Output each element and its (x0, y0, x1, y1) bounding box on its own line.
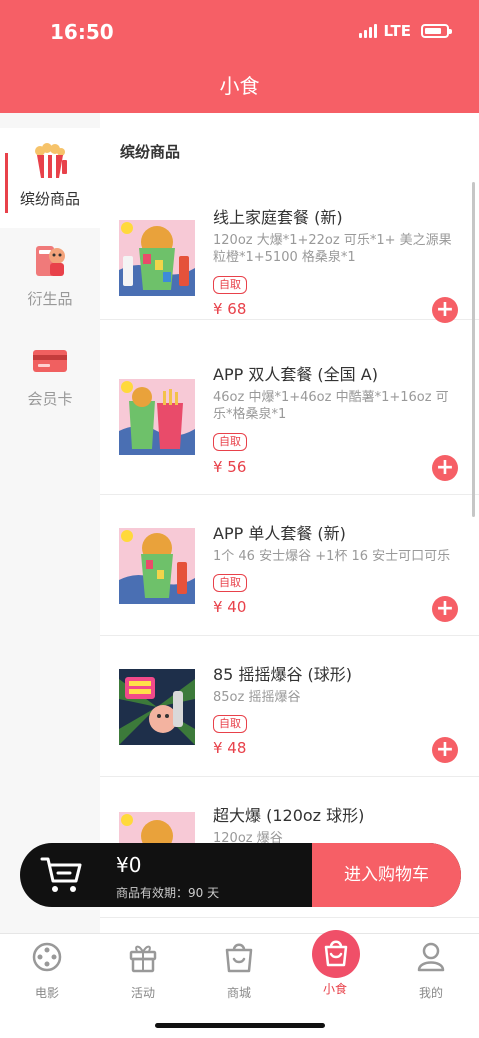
sidebar-item-label: 会员卡 (27, 390, 73, 408)
tab-label: 商城 (226, 986, 251, 1000)
pickup-badge: 自取 (213, 433, 247, 451)
scrollbar[interactable] (472, 182, 475, 517)
product-price: ¥ 40 (213, 598, 247, 616)
product-image (119, 220, 195, 296)
tab-mine[interactable]: 我的 (391, 940, 471, 1001)
tab-label: 小食 (322, 982, 347, 996)
tab-snacks[interactable]: 小食 (295, 930, 375, 997)
tab-mall[interactable]: 商城 (199, 940, 279, 1001)
pickup-badge: 自取 (213, 276, 247, 294)
cart-validity: 商品有效期：90 天 (116, 886, 220, 900)
sidebar-item-label: 缤纷商品 (19, 190, 80, 208)
plus-icon: + (435, 737, 455, 762)
product-price: ¥ 48 (213, 739, 247, 757)
popcorn-icon (35, 143, 67, 178)
pickup-badge: 自取 (213, 574, 247, 592)
card-icon (33, 350, 67, 372)
category-sidebar: 缤纷商品 衍生品 会员卡 (0, 113, 100, 933)
add-to-cart-button[interactable]: + (432, 737, 458, 763)
product-desc: 46oz 中爆*1+46oz 中酷薯*1+16oz 可乐*格桑泉*1 (213, 390, 449, 422)
cart-total: ¥0 (116, 853, 142, 877)
section-title: 缤纷商品 (120, 143, 181, 161)
plus-icon: + (435, 455, 455, 480)
page-title: 小食 (219, 74, 260, 98)
product-card[interactable]: APP 双人套餐 (全国 A) 46oz 中爆*1+46oz 中酷薯*1+16o… (100, 337, 479, 495)
sidebar-item-colorful-goods[interactable]: 缤纷商品 (0, 128, 100, 228)
tab-label: 电影 (34, 986, 59, 1000)
screen: 16:50 LTE 小食 缤纷商品 衍生品 会员卡 缤纷商品 线上家庭套餐 (新… (0, 0, 479, 1038)
cart-icon[interactable] (40, 855, 84, 895)
plus-icon: + (435, 297, 455, 322)
signal-icon (359, 24, 378, 38)
cart-bar: ¥0 商品有效期：90 天 进入购物车 (20, 843, 461, 907)
product-price: ¥ 56 (213, 458, 247, 476)
product-image (119, 379, 195, 455)
product-name: 85 摇摇爆谷 (球形) (213, 665, 353, 684)
film-reel-icon (32, 942, 62, 972)
battery-icon (421, 24, 452, 38)
product-image (119, 528, 195, 604)
network-type: LTE (383, 22, 411, 40)
product-name: 线上家庭套餐 (新) (213, 208, 343, 227)
shopping-bag-icon (225, 943, 253, 973)
add-to-cart-button[interactable]: + (432, 297, 458, 323)
sidebar-item-merchandise[interactable]: 衍生品 (0, 228, 100, 328)
add-to-cart-button[interactable]: + (432, 455, 458, 481)
product-desc: 1个 46 安士爆谷 +1杯 16 安士可口可乐 (213, 549, 451, 564)
home-indicator (155, 1023, 325, 1028)
product-card[interactable]: 85 摇摇爆谷 (球形) 85oz 摇摇爆谷 自取 ¥ 48 + (100, 637, 479, 777)
product-name: 超大爆 (120oz 球形) (213, 806, 365, 825)
status-time: 16:50 (50, 20, 114, 44)
snack-bag-icon (324, 940, 348, 967)
tab-snacks-bubble (312, 930, 360, 978)
product-name: APP 单人套餐 (新) (213, 524, 346, 543)
tab-label: 活动 (130, 986, 155, 1000)
sidebar-item-label: 衍生品 (27, 290, 73, 308)
pickup-badge: 自取 (213, 715, 247, 733)
tab-label: 我的 (418, 986, 443, 1000)
tab-activities[interactable]: 活动 (103, 940, 183, 1001)
product-card[interactable]: APP 单人套餐 (新) 1个 46 安士爆谷 +1杯 16 安士可口可乐 自取… (100, 496, 479, 636)
add-to-cart-button[interactable]: + (432, 596, 458, 622)
product-desc: 85oz 摇摇爆谷 (213, 690, 301, 705)
profile-icon (417, 942, 445, 972)
product-image (119, 669, 195, 745)
tab-movies[interactable]: 电影 (7, 940, 87, 1001)
product-name: APP 双人套餐 (全国 A) (213, 365, 378, 384)
go-to-cart-button[interactable]: 进入购物车 (312, 843, 461, 907)
header: 16:50 LTE 小食 (0, 0, 479, 113)
sidebar-item-member-card[interactable]: 会员卡 (0, 328, 100, 428)
product-desc: 120oz 大爆*1+22oz 可乐*1+ 美之源果粒橙*1+5100 格桑泉*… (213, 233, 452, 265)
plus-icon: + (435, 596, 455, 621)
product-price: ¥ 68 (213, 300, 247, 318)
product-card[interactable]: 线上家庭套餐 (新) 120oz 大爆*1+22oz 可乐*1+ 美之源果粒橙*… (100, 180, 479, 323)
status-indicators: LTE (359, 22, 452, 40)
gift-icon (129, 945, 157, 973)
merch-phone-icon (36, 246, 65, 276)
